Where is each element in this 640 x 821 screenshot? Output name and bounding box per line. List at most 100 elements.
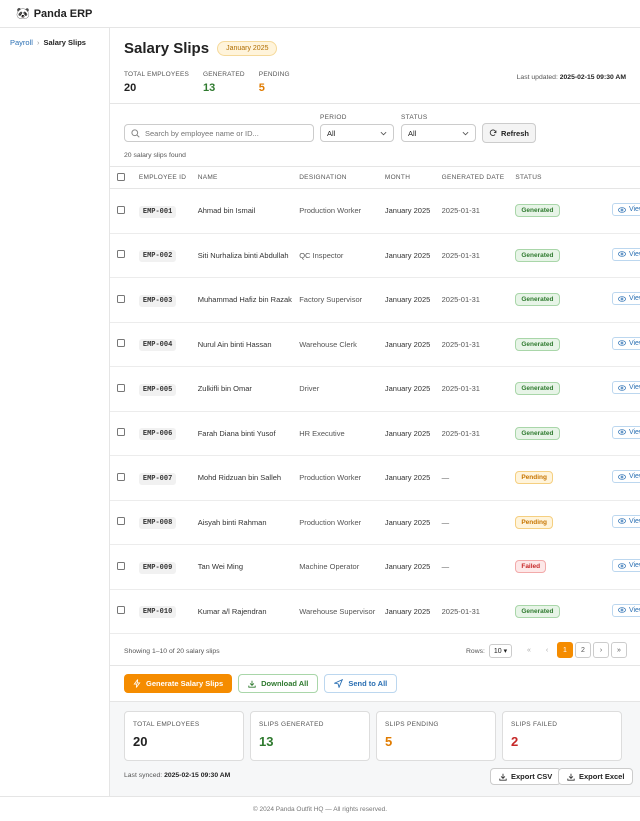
table-row[interactable]: EMP-009 Tan Wei Ming Machine Operator Janua…	[110, 545, 640, 589]
employee-id: EMP-005	[138, 383, 177, 396]
view-button[interactable]: View	[611, 470, 640, 483]
page-1-button[interactable]: 1	[557, 642, 573, 658]
row-checkbox[interactable]	[117, 472, 125, 481]
col-generated-date[interactable]: GENERATED DATE	[442, 167, 516, 189]
rows-per-page: Rows: 10 ▾	[466, 644, 513, 658]
row-checkbox[interactable]	[117, 339, 125, 348]
view-button[interactable]: View	[611, 603, 640, 617]
employee-name: Farah Diana binti Yusof	[197, 428, 276, 438]
month: January 2025	[384, 473, 431, 483]
table-row[interactable]: EMP-007 Mohd Ridzuan bin Salleh Production…	[110, 456, 640, 500]
search-box[interactable]	[124, 124, 314, 142]
status-select[interactable]: All	[401, 124, 476, 142]
row-checkbox[interactable]	[117, 561, 125, 570]
table-row[interactable]: EMP-010 Kumar a/l Rajendran Warehouse Supe…	[110, 589, 640, 634]
table-row[interactable]: EMP-005 Zulkifli bin Omar Driver January 20…	[110, 367, 640, 411]
card-generated-label: SLIPS GENERATED	[259, 721, 324, 728]
status-badge: Pending	[515, 515, 553, 529]
row-checkbox[interactable]	[117, 205, 125, 214]
col-employee-id[interactable]: EMPLOYEE ID	[139, 167, 198, 189]
eye-icon	[618, 384, 626, 391]
view-button[interactable]: View	[611, 559, 640, 572]
view-button[interactable]: View	[611, 336, 640, 350]
table-row[interactable]: EMP-008 Aisyah binti Rahman Production Wor…	[110, 500, 640, 545]
col-designation[interactable]: DESIGNATION	[299, 167, 385, 189]
refresh-button[interactable]: Refresh	[482, 123, 536, 143]
row-checkbox[interactable]	[117, 383, 125, 392]
view-button[interactable]: View	[611, 247, 640, 261]
pagination-bar: Showing 1–10 of 20 salary slips Rows: 10…	[110, 637, 640, 666]
sidebar: Payroll › Salary Slips	[0, 28, 110, 796]
view-label: View	[628, 206, 640, 213]
eye-icon	[618, 251, 626, 257]
select-all-checkbox[interactable]	[117, 172, 125, 181]
app-name: Panda ERP	[33, 7, 93, 20]
search-input[interactable]	[145, 128, 305, 138]
employee-id: EMP-002	[138, 250, 177, 263]
last-updated-value: 2025-02-15 09:30 AM	[559, 74, 626, 81]
generate-slips-button[interactable]: Generate Salary Slips	[124, 674, 233, 693]
table-row[interactable]: EMP-004 Nurul Ain binti Hassan Warehouse C…	[110, 322, 640, 367]
page-header: Salary Slips January 2025 TOTAL EMPLOYEE…	[110, 28, 640, 104]
breadcrumb-payroll-link[interactable]: Payroll	[10, 38, 33, 47]
view-label: View	[628, 473, 640, 480]
last-synced-value: 2025-02-15 09:30 AM	[164, 772, 231, 779]
last-page-button[interactable]: »	[611, 642, 627, 658]
app-logo[interactable]: 🐼 Panda ERP	[16, 7, 93, 21]
month: January 2025	[384, 206, 431, 216]
view-button[interactable]: View	[611, 292, 640, 305]
search-icon	[131, 128, 140, 138]
view-label: View	[628, 606, 640, 614]
rows-select[interactable]: 10 ▾	[488, 644, 513, 658]
stat-generated-value: 13	[203, 82, 216, 94]
row-checkbox[interactable]	[117, 606, 125, 615]
view-button[interactable]: View	[611, 514, 640, 528]
card-pending-value: 5	[385, 734, 393, 749]
next-page-button[interactable]: ›	[593, 642, 609, 658]
employee-name: Tan Wei Ming	[197, 562, 243, 572]
period-select[interactable]: All	[320, 124, 394, 142]
designation: QC Inspector	[299, 250, 344, 260]
row-checkbox[interactable]	[117, 294, 125, 303]
col-status[interactable]: STATUS	[515, 167, 612, 189]
employee-id: EMP-006	[138, 428, 177, 441]
send-to-all-button[interactable]: Send to All	[324, 674, 398, 693]
download-icon	[499, 773, 507, 781]
card-failed-label: SLIPS FAILED	[511, 721, 558, 728]
row-checkbox[interactable]	[117, 517, 125, 526]
last-updated-label: Last updated:	[516, 74, 558, 81]
table-row[interactable]: EMP-001 Ahmad bin Ismail Production Worker…	[110, 189, 640, 233]
employee-name: Nurul Ain binti Hassan	[197, 339, 272, 349]
page-2-button[interactable]: 2	[575, 642, 591, 658]
table-row[interactable]: EMP-006 Farah Diana binti Yusof HR Executi…	[110, 411, 640, 456]
download-icon	[567, 773, 575, 781]
view-button[interactable]: View	[611, 203, 640, 216]
period-label: PERIOD	[320, 114, 347, 121]
card-slips-pending: SLIPS PENDING 5	[376, 711, 496, 761]
view-button[interactable]: View	[611, 425, 640, 439]
month: January 2025	[384, 562, 431, 572]
download-all-button[interactable]: Download All	[238, 674, 319, 693]
stat-pending-value: 5	[258, 82, 265, 94]
first-page-button[interactable]: «	[521, 642, 537, 658]
send-label: Send to All	[348, 679, 388, 688]
export-excel-button[interactable]: Export Excel	[558, 768, 634, 785]
designation: Production Worker	[299, 517, 362, 527]
row-checkbox[interactable]	[117, 428, 125, 437]
row-checkbox[interactable]	[117, 250, 125, 259]
eye-icon	[618, 206, 626, 213]
designation: Factory Supervisor	[299, 295, 363, 305]
view-button[interactable]: View	[611, 381, 640, 394]
generated-date: 2025-01-31	[441, 606, 480, 616]
status-label: STATUS	[401, 114, 428, 121]
prev-page-button[interactable]: ‹	[539, 642, 555, 658]
card-slips-failed: SLIPS FAILED 2	[502, 711, 622, 761]
month: January 2025	[384, 517, 431, 527]
status-badge: Generated	[515, 337, 560, 351]
col-month[interactable]: MONTH	[385, 167, 442, 189]
col-name[interactable]: NAME	[198, 167, 299, 189]
eye-icon	[618, 518, 626, 524]
export-csv-button[interactable]: Export CSV	[490, 768, 562, 785]
table-row[interactable]: EMP-002 Siti Nurhaliza binti Abdullah QC I…	[110, 233, 640, 278]
table-row[interactable]: EMP-003 Muhammad Hafiz bin Razak Factory S…	[110, 278, 640, 322]
